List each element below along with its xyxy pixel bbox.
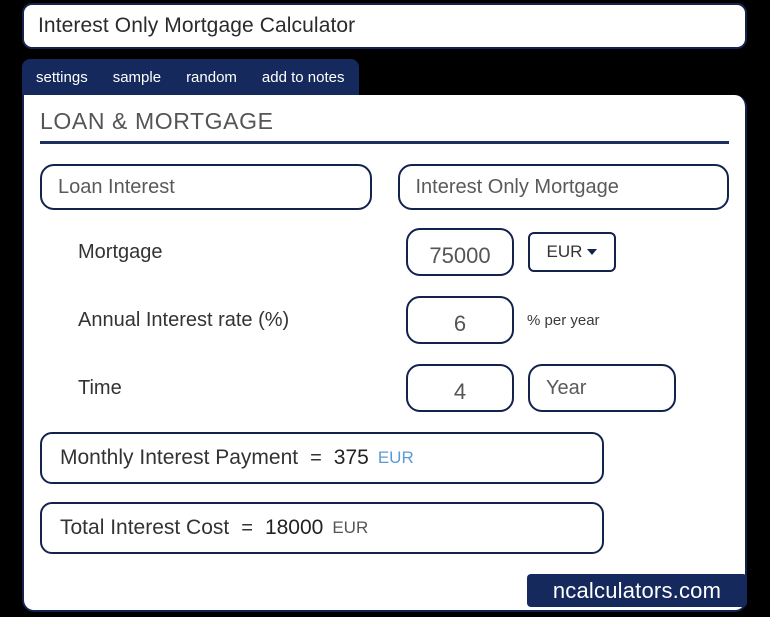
total-cost-label: Total Interest Cost (60, 516, 230, 539)
result-monthly-interest-payment: Monthly Interest Payment = 375 EUR (40, 432, 604, 484)
total-cost-equals: = (241, 516, 253, 539)
mortgage-label: Mortgage (78, 240, 163, 263)
total-cost-currency: EUR (332, 518, 369, 537)
result-total-interest-cost: Total Interest Cost = 18000 EUR (40, 502, 604, 554)
mortgage-input[interactable]: 75000 (406, 228, 514, 276)
currency-select[interactable]: EUR (528, 232, 616, 272)
monthly-payment-currency: EUR (377, 448, 414, 467)
interest-rate-value: 6 (453, 311, 467, 336)
calculator-title-text: Interest Only Mortgage Calculator (38, 14, 356, 37)
chevron-down-icon (587, 249, 598, 255)
nav-item-random[interactable]: random (186, 69, 237, 86)
section-title: LOAN & MORTGAGE (40, 108, 274, 134)
interest-rate-suffix: % per year (527, 311, 600, 329)
time-input[interactable]: 4 (406, 364, 514, 412)
section-header: LOAN & MORTGAGE (40, 108, 729, 144)
category-select[interactable]: Loan Interest (40, 164, 372, 210)
nav-item-add-to-notes[interactable]: add to notes (262, 69, 345, 86)
nav-item-settings[interactable]: settings (36, 69, 88, 86)
interest-rate-input[interactable]: 6 (406, 296, 514, 344)
category-select-value: Loan Interest (58, 175, 175, 198)
field-row-interest-rate: Annual Interest rate (%) 6 % per year (40, 294, 729, 346)
calculator-select[interactable]: Interest Only Mortgage (397, 164, 729, 210)
currency-select-value: EUR (546, 242, 583, 261)
time-unit-select[interactable]: Year (528, 364, 676, 412)
field-row-time: Time 4 Year (40, 362, 729, 414)
time-value: 4 (453, 379, 467, 404)
interest-rate-label: Annual Interest rate (%) (78, 308, 290, 331)
calculator-panel: LOAN & MORTGAGE Loan Interest Interest O… (22, 95, 747, 612)
time-unit-value: Year (546, 376, 587, 399)
navigation-bar: settings sample random add to notes (22, 59, 359, 95)
calculator-title-input[interactable]: Interest Only Mortgage Calculator (22, 3, 747, 49)
calculator-select-value: Interest Only Mortgage (415, 175, 619, 198)
mortgage-value: 75000 (429, 243, 491, 268)
calculator-app: Interest Only Mortgage Calculator settin… (0, 0, 770, 617)
nav-item-sample[interactable]: sample (113, 69, 161, 86)
monthly-payment-value: 375 (333, 446, 369, 469)
selector-row: Loan Interest Interest Only Mortgage (40, 164, 729, 210)
monthly-payment-equals: = (310, 446, 322, 469)
monthly-payment-label: Monthly Interest Payment (60, 446, 299, 469)
brand-badge: ncalculators.com (527, 574, 747, 607)
time-label: Time (78, 376, 122, 399)
field-row-mortgage: Mortgage 75000 EUR (40, 226, 729, 278)
brand-text: ncalculators.com (552, 577, 722, 603)
total-cost-value: 18000 (264, 516, 324, 539)
